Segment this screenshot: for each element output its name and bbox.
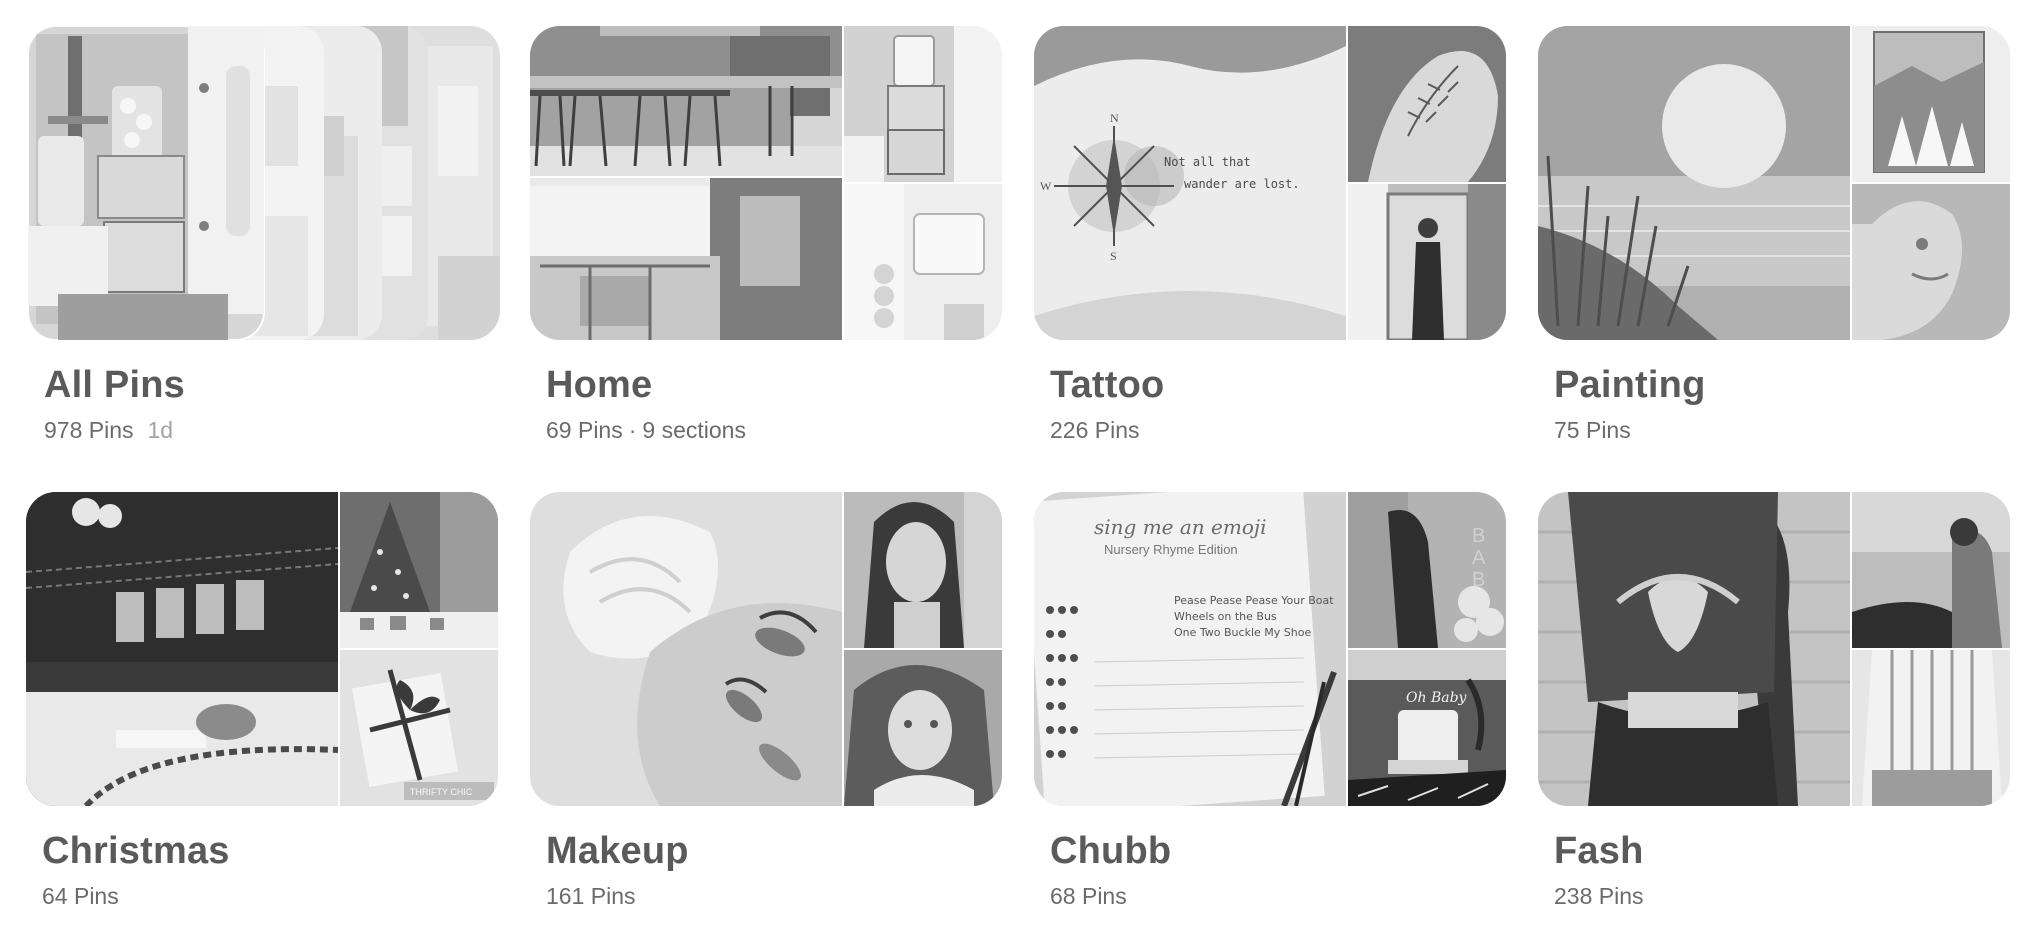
board-cover-makeup [530, 492, 1002, 806]
decor-letter: A [1472, 547, 1486, 569]
board-title: Chubb [1050, 830, 1172, 872]
board-cover-home [530, 26, 1002, 340]
pin-count: 69 Pins [546, 417, 623, 443]
compass-letter: W [1040, 179, 1052, 193]
moon-painting-image [1538, 26, 1850, 340]
board-card-makeup[interactable]: Makeup 161 Pins [530, 492, 1002, 910]
gift-wrap-image [26, 492, 338, 806]
game-subheader: Nursery Rhyme Edition [1104, 542, 1238, 557]
seated-outfit-image [1852, 492, 2010, 648]
board-meta: 226 Pins [1050, 416, 1506, 444]
board-meta: 75 Pins [1554, 416, 2010, 444]
board-meta: 978 Pins 1d [44, 416, 500, 444]
handwritten-answer: Pease Pease Pease Your Boat [1174, 594, 1334, 607]
pin-count: 64 Pins [42, 883, 119, 909]
board-card-home[interactable]: Home 69 Pins · 9 sections [530, 26, 1002, 444]
game-header: sing me an emoji [1094, 515, 1266, 539]
board-title: Christmas [42, 830, 230, 872]
forest-painting-image [1852, 26, 2010, 182]
striped-shirt-image [1852, 650, 2010, 806]
board-cover-christmas: THRIFTY CHIC [26, 492, 498, 806]
board-card-chubb[interactable]: sing me an emoji Nursery Rhyme Edition P… [1034, 492, 1506, 910]
hand-tattoo-image [1348, 26, 1506, 182]
glam-portrait-image [844, 650, 1002, 806]
board-title: Tattoo [1050, 364, 1165, 406]
board-title: Painting [1554, 364, 1706, 406]
makeup-look-image [530, 492, 842, 806]
board-card-tattoo[interactable]: N W S Not all that wander are lost. Tatt… [1034, 26, 1506, 444]
pantry-image [844, 26, 1002, 182]
tattoo-text: wander are lost. [1184, 177, 1300, 191]
decor-letter: B [1472, 525, 1485, 547]
section-count: 9 sections [642, 417, 746, 443]
pin-count: 978 Pins [44, 417, 134, 443]
compass-letter: S [1110, 249, 1117, 263]
portrait-image [844, 492, 1002, 648]
board-card-christmas[interactable]: THRIFTY CHIC Christmas 64 Pins [26, 492, 498, 910]
board-meta: 238 Pins [1554, 882, 2010, 910]
boards-grid: All Pins 978 Pins 1d Home 69 Pins · 9 se… [0, 0, 2032, 932]
tattoo-text: Not all that [1164, 155, 1251, 169]
compass-letter: N [1110, 111, 1119, 125]
board-card-fash[interactable]: Fash 238 Pins [1538, 492, 2010, 910]
meta-separator: · [628, 417, 637, 443]
card-label: THRIFTY CHIC [410, 787, 473, 797]
handwritten-answer: Wheels on the Bus [1174, 610, 1277, 623]
christmas-tree-image [340, 492, 498, 648]
board-cover-painting [1538, 26, 2010, 340]
compass-tattoo-image: N W S Not all that wander are lost. [1034, 26, 1346, 340]
emoji-game-image: sing me an emoji Nursery Rhyme Edition P… [1034, 492, 1346, 806]
wrapped-gift-image: THRIFTY CHIC [340, 650, 498, 806]
mirror-selfie-image [1348, 184, 1506, 340]
board-title: Fash [1554, 830, 1644, 872]
board-cover-chubb: sing me an emoji Nursery Rhyme Edition P… [1034, 492, 1506, 806]
cake-topper: Oh Baby [1406, 690, 1468, 706]
board-title: Home [546, 364, 653, 406]
board-cover-tattoo: N W S Not all that wander are lost. [1034, 26, 1506, 340]
board-meta: 161 Pins [546, 882, 1002, 910]
pin-count: 161 Pins [546, 883, 636, 909]
board-title: All Pins [44, 364, 185, 406]
handwritten-answer: One Two Buckle My Shoe [1174, 626, 1311, 639]
board-meta: 68 Pins [1050, 882, 1506, 910]
baby-cake-image: Oh Baby [1348, 650, 1506, 806]
board-cover-all-pins [28, 26, 500, 340]
last-updated: 1d [147, 417, 174, 443]
baby-shower-decor-image: B A B [1348, 492, 1506, 648]
board-meta: 69 Pins · 9 sections [546, 416, 1002, 444]
pin-count: 68 Pins [1050, 883, 1127, 909]
board-meta: 64 Pins [42, 882, 498, 910]
board-cover-fash [1538, 492, 2010, 806]
board-card-painting[interactable]: Painting 75 Pins [1538, 26, 2010, 444]
statue-painting-image [1852, 184, 2010, 340]
board-title: Makeup [546, 830, 689, 872]
cabinet-organizer-image [844, 184, 1002, 340]
kitchen-image [530, 26, 842, 340]
graphic-tee-outfit-image [1538, 492, 1850, 806]
pin-count: 238 Pins [1554, 883, 1644, 909]
pin-count: 226 Pins [1050, 417, 1140, 443]
pin-stack-image [28, 26, 500, 340]
pin-count: 75 Pins [1554, 417, 1631, 443]
board-card-all-pins[interactable]: All Pins 978 Pins 1d [28, 26, 500, 444]
decor-letter: B [1472, 569, 1485, 591]
